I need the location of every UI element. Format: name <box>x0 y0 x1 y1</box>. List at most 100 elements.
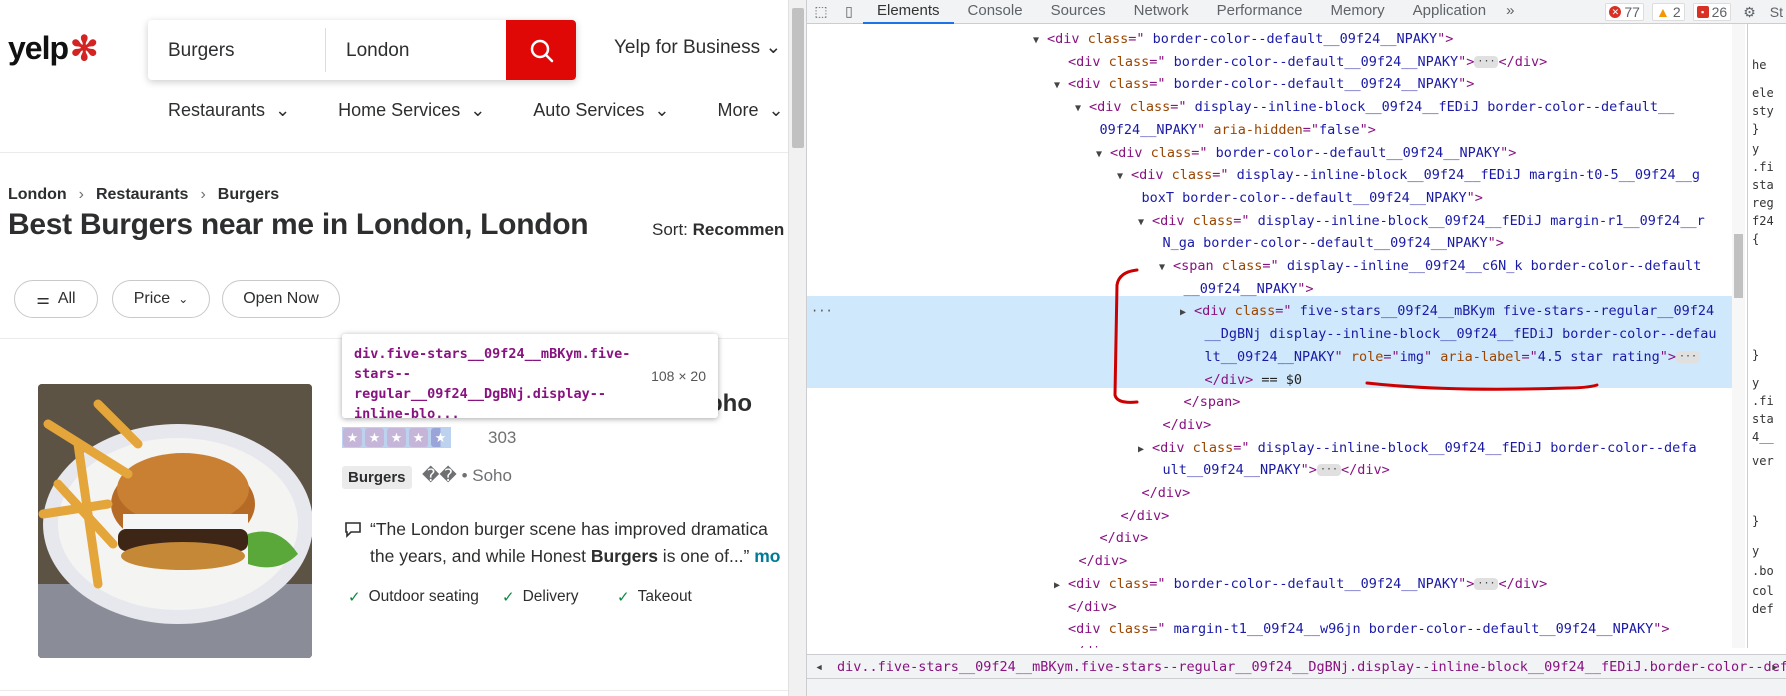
issues-count[interactable]: ▪ 26 <box>1692 3 1732 21</box>
chevron-right-icon: › <box>78 186 84 203</box>
dom-node-line[interactable]: __DgBNj display--inline-block__09f24__fE… <box>807 323 1745 346</box>
inspect-element-icon[interactable]: ⬚ <box>807 3 835 20</box>
dom-token: "> <box>1487 235 1504 252</box>
page-scrollbar[interactable] <box>788 0 806 696</box>
search-button[interactable] <box>506 20 576 80</box>
scroll-right-icon[interactable]: ▸ <box>1771 659 1779 675</box>
gear-icon[interactable]: ⚙ <box>1743 4 1756 21</box>
breadcrumb-burgers[interactable]: Burgers <box>218 186 279 204</box>
dom-node-line[interactable]: </div> <box>807 414 1745 437</box>
dom-node-line[interactable]: N_ga border-color--default__09f24__NPAKY… <box>807 232 1745 255</box>
dom-node-line[interactable]: <div class=" border-color--default__09f2… <box>807 51 1745 74</box>
dom-node-line[interactable]: ▶ <div class=" five-stars__09f24__mBKym f… <box>807 300 1745 323</box>
tab-network[interactable]: Network <box>1120 0 1203 24</box>
tab-sources[interactable]: Sources <box>1037 0 1120 24</box>
dom-node-line[interactable]: __09f24__NPAKY"> <box>807 278 1745 301</box>
scrollbar-thumb[interactable] <box>792 8 804 148</box>
console-drawer[interactable] <box>807 678 1786 696</box>
dom-node-line[interactable]: ▼ <span class=" display--inline__09f24__c… <box>807 255 1745 278</box>
dom-node-line[interactable]: ▶ <div class=" border-color--default__09f… <box>807 573 1745 596</box>
filter-open-now-button[interactable]: Open Now <box>222 280 340 318</box>
category-restaurants[interactable]: Restaurants ⌄ <box>168 100 290 121</box>
error-count[interactable]: ✕ 77 <box>1605 3 1644 21</box>
filter-all-button[interactable]: ⚌ All <box>14 280 98 318</box>
expand-arrow-icon[interactable]: ▼ <box>1138 212 1152 235</box>
dom-node-line[interactable]: </div> <box>807 596 1745 619</box>
elements-tree[interactable]: ▼ <div class=" border-color--default__09f… <box>807 24 1745 648</box>
collapsed-arrow-icon[interactable]: ▶ <box>1054 575 1068 598</box>
dom-token: __09f24__NPAKY <box>1183 280 1298 297</box>
dom-token: margin-t1__09f24__w96jn border-color--de… <box>1165 621 1654 638</box>
dom-token: border-color--default__09f24__NPAKY <box>1144 31 1438 47</box>
expand-arrow-icon[interactable]: ▼ <box>1159 257 1173 280</box>
breadcrumb-restaurants[interactable]: Restaurants <box>96 186 188 204</box>
filter-price-button[interactable]: Price ⌄ <box>112 280 210 318</box>
expand-arrow-icon[interactable]: ▼ <box>1117 166 1131 189</box>
yelp-logo[interactable]: yelp ✻ <box>8 30 99 67</box>
elements-scrollbar[interactable] <box>1732 24 1745 648</box>
search-near-input[interactable]: London <box>326 20 506 80</box>
dom-breadcrumb-path[interactable]: div..five-stars__09f24__mBKym.five-stars… <box>837 659 1786 675</box>
dom-node-line[interactable]: </div> <box>807 482 1745 505</box>
dom-node-line[interactable]: ▼ <div class=" border-color--default__09f… <box>807 142 1745 165</box>
category-home-services[interactable]: Home Services ⌄ <box>338 100 485 121</box>
dom-breadcrumb-bar[interactable]: ◂ div..five-stars__09f24__mBKym.five-sta… <box>807 654 1786 678</box>
breadcrumb-london[interactable]: London <box>8 186 67 204</box>
category-tag[interactable]: Burgers <box>342 466 412 489</box>
category-auto-services[interactable]: Auto Services ⌄ <box>533 100 669 121</box>
styles-tab-label[interactable]: St <box>1770 4 1783 20</box>
collapsed-content-ellipsis[interactable]: ··· <box>1474 55 1499 68</box>
ellipsis-icon[interactable]: ··· <box>811 300 833 323</box>
tab-application[interactable]: Application <box>1399 0 1500 24</box>
dom-node-line[interactable]: 09f24__NPAKY" aria-hidden="false"> <box>807 119 1745 142</box>
collapsed-content-ellipsis[interactable]: ··· <box>1474 577 1499 590</box>
dom-node-line[interactable]: </div> <box>807 505 1745 528</box>
dom-node-line[interactable]: </div> <box>807 641 1745 648</box>
expand-arrow-icon[interactable]: ▼ <box>1075 98 1089 121</box>
review-count[interactable]: 303 <box>488 428 516 448</box>
tab-memory[interactable]: Memory <box>1317 0 1399 24</box>
style-rule-fragment: .bo <box>1752 564 1774 578</box>
dom-node-line[interactable]: ▼ <div class=" border-color--default__09f… <box>807 28 1745 51</box>
device-toolbar-icon[interactable]: ▯ <box>835 3 863 20</box>
collapsed-arrow-icon[interactable]: ▶ <box>1138 439 1152 462</box>
tab-console[interactable]: Console <box>954 0 1037 24</box>
more-tabs-button[interactable]: » <box>1500 0 1520 24</box>
dom-node-line[interactable]: </div> <box>807 550 1745 573</box>
sort-control[interactable]: Sort: Recommen <box>652 220 784 240</box>
dom-node-line[interactable]: boxT border-color--default__09f24__NPAKY… <box>807 187 1745 210</box>
search-find-input[interactable]: Burgers <box>148 28 326 72</box>
dom-token: <div <box>1152 439 1193 456</box>
scrollbar-thumb[interactable] <box>1734 234 1743 298</box>
star-half-icon: ★ <box>431 428 450 447</box>
collapsed-content-ellipsis[interactable]: ··· <box>1675 350 1701 363</box>
expand-arrow-icon[interactable]: ▼ <box>1096 144 1110 167</box>
dom-node-line[interactable]: lt__09f24__NPAKY" role="img" aria-label=… <box>807 346 1745 369</box>
yelp-for-business-menu[interactable]: Yelp for Business ⌄ <box>614 36 781 59</box>
tab-elements[interactable]: Elements <box>863 0 954 24</box>
scroll-left-icon[interactable]: ◂ <box>815 659 823 675</box>
burger-photo[interactable] <box>38 384 312 658</box>
dom-node-line[interactable]: ▼ <div class=" display--inline-block__09f… <box>807 96 1745 119</box>
warning-count[interactable]: ▲ 2 <box>1651 3 1685 21</box>
dom-token: " <box>1334 348 1351 365</box>
dom-node-line[interactable]: </div> == $0 <box>807 369 1745 392</box>
more-link[interactable]: mo <box>754 546 780 566</box>
category-more[interactable]: More ⌄ <box>717 100 783 121</box>
dom-node-line[interactable]: ▼ <div class=" display--inline-block__09f… <box>807 210 1745 233</box>
dom-node-line[interactable]: </span> <box>807 391 1745 414</box>
dom-node-line[interactable]: </div> <box>807 527 1745 550</box>
dom-node-line[interactable]: <div class=" margin-t1__09f24__w96jn bor… <box>807 618 1745 641</box>
error-count-value: 77 <box>1624 4 1640 20</box>
dom-node-line[interactable]: ▼ <div class=" border-color--default__09f… <box>807 73 1745 96</box>
issue-counters[interactable]: ✕ 77 ▲ 2 ▪ 26 ⚙ St <box>1605 0 1786 24</box>
tab-performance[interactable]: Performance <box>1203 0 1317 24</box>
collapsed-content-ellipsis[interactable]: ··· <box>1316 464 1341 477</box>
dom-token: display--inline-block__09f24__fEDiJ bord… <box>1249 439 1697 456</box>
dom-node-line[interactable]: ▶ <div class=" display--inline-block__09f… <box>807 437 1745 460</box>
dom-node-line[interactable]: ult__09f24__NPAKY"> ··· </div> <box>807 459 1745 482</box>
dom-node-line[interactable]: ▼ <div class=" display--inline-block__09f… <box>807 164 1745 187</box>
collapsed-arrow-icon[interactable]: ▶ <box>1180 302 1194 325</box>
expand-arrow-icon[interactable]: ▼ <box>1054 75 1068 98</box>
expand-arrow-icon[interactable]: ▼ <box>1033 30 1047 53</box>
